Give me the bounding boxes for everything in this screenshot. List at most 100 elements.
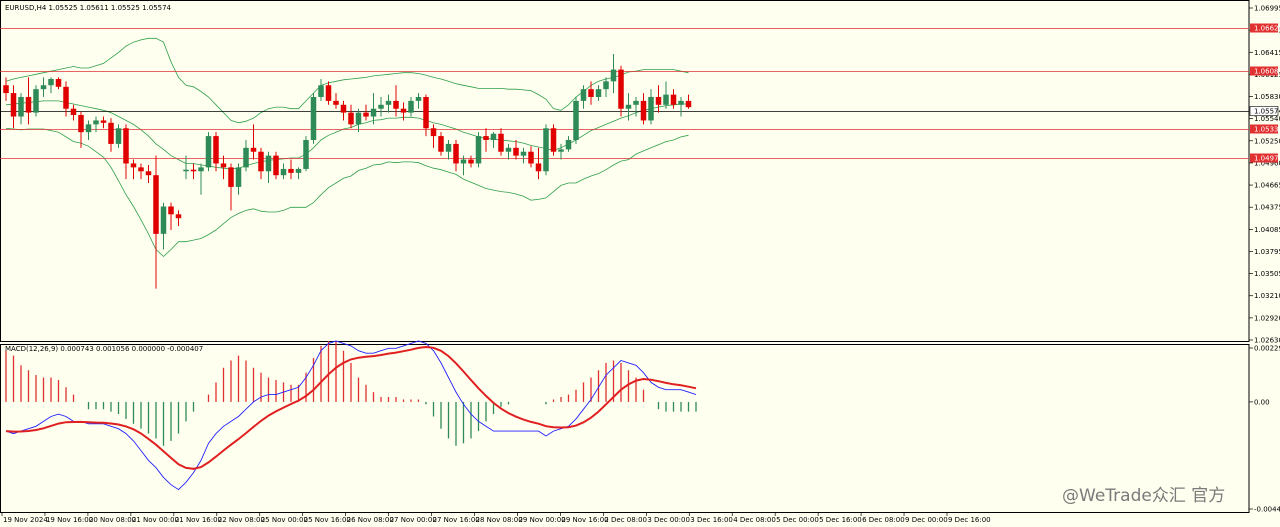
- candle-body: [213, 136, 219, 164]
- candle: [535, 147, 542, 180]
- time-tick-label: 29 Nov 16:00: [561, 516, 608, 524]
- time-tick-label: 27 Nov 00:00: [390, 516, 437, 524]
- candle: [220, 155, 227, 180]
- candle-body: [205, 136, 212, 168]
- candle: [183, 155, 189, 180]
- price-tick-label: 1.05540: [1254, 115, 1280, 123]
- candle-body: [423, 96, 429, 129]
- candle: [543, 124, 549, 176]
- candle-body: [55, 78, 62, 87]
- time-tick-label: 26 Nov 08:00: [347, 516, 394, 524]
- candle-body: [535, 163, 542, 172]
- candle: [475, 132, 482, 168]
- candle-body: [408, 100, 414, 113]
- symbol-label: EURUSD,H4 1.05525 1.05611 1.05525 1.0557…: [5, 4, 172, 12]
- candle: [385, 94, 392, 113]
- candle: [453, 139, 459, 172]
- candle-body: [100, 120, 107, 123]
- time-tick-label: 3 Dec 16:00: [690, 516, 733, 524]
- candle-body: [565, 139, 572, 150]
- candle: [190, 163, 197, 180]
- candle: [348, 104, 354, 129]
- candle: [55, 77, 62, 90]
- time-tick-label: 20 Nov 08:00: [89, 516, 136, 524]
- time-tick-label: 25 Nov 16:00: [304, 516, 351, 524]
- level-label: 1.05338: [1254, 126, 1280, 134]
- candle-body: [153, 175, 159, 234]
- time-tick-label: 2 Dec 08:00: [604, 516, 647, 524]
- chart-svg: 1.069951.067051.064151.061251.058301.055…: [0, 0, 1280, 524]
- candle-body: [138, 167, 144, 172]
- candle-body: [520, 151, 527, 156]
- candle: [340, 100, 347, 121]
- price-tick-label: 1.04665: [1254, 182, 1280, 190]
- time-tick-label: 27 Nov 16:00: [433, 516, 480, 524]
- candle: [325, 81, 332, 105]
- candle-body: [543, 128, 549, 172]
- candle-body: [190, 169, 197, 172]
- candle-body: [85, 124, 92, 133]
- time-tick-label: 29 Nov 00:00: [518, 516, 565, 524]
- candle: [528, 146, 534, 168]
- candle-body: [453, 143, 459, 164]
- candle: [138, 163, 144, 180]
- chart-window: 1.069951.067051.064151.061251.058301.055…: [0, 0, 1280, 527]
- candle: [573, 96, 579, 144]
- candle-body: [340, 104, 347, 113]
- candle: [123, 124, 129, 180]
- price-tick-label: 1.02630: [1254, 337, 1280, 345]
- candle-body: [183, 169, 189, 172]
- candle-body: [70, 108, 77, 115]
- candle: [618, 65, 624, 117]
- candle-body: [355, 112, 362, 125]
- macd-histogram: [5, 340, 697, 446]
- candle: [663, 81, 669, 109]
- candle: [468, 155, 474, 168]
- candle: [130, 159, 137, 180]
- price-tick-label: 1.06995: [1254, 5, 1280, 13]
- candle-body: [25, 96, 32, 113]
- candle-body: [123, 128, 129, 164]
- candle: [580, 85, 587, 109]
- candle: [483, 128, 489, 152]
- price-axis: 1.069951.067051.064151.061251.058301.055…: [1249, 5, 1280, 514]
- candle-body: [198, 167, 204, 172]
- candle: [588, 81, 594, 105]
- macd-tick-label: 0.00: [1254, 398, 1270, 406]
- candle-body: [288, 168, 294, 173]
- candle-body: [483, 136, 489, 140]
- price-tick-label: 1.02920: [1254, 314, 1280, 322]
- candlesticks: [3, 53, 692, 289]
- horizontal-levels: [0, 28, 1249, 159]
- macd-tick-label: -0.004437: [1254, 506, 1280, 514]
- candle-body: [18, 96, 24, 117]
- candle: [333, 93, 339, 109]
- candle-body: [258, 151, 264, 172]
- candle-body: [235, 167, 242, 187]
- candle-body: [378, 104, 384, 109]
- candle: [108, 118, 114, 152]
- time-tick-label: 28 Nov 08:00: [476, 516, 523, 524]
- candle: [295, 167, 302, 180]
- price-tick-label: 1.03505: [1254, 270, 1280, 278]
- candle-body: [10, 93, 17, 117]
- candle: [258, 147, 264, 180]
- candle: [610, 53, 617, 94]
- candle-body: [250, 147, 257, 152]
- time-tick-label: 21 Nov 16:00: [175, 516, 222, 524]
- time-tick-label: 19 Nov 16:00: [46, 516, 93, 524]
- candle-body: [655, 96, 662, 105]
- band-lower-line: [5, 127, 689, 258]
- candle: [265, 151, 272, 184]
- candle-body: [603, 81, 609, 90]
- candle: [513, 139, 519, 160]
- candle: [48, 77, 54, 94]
- candle: [355, 108, 362, 133]
- candle-body: [498, 133, 504, 152]
- candle: [363, 104, 369, 121]
- candle-body: [550, 128, 557, 152]
- candle-body: [400, 108, 407, 113]
- watermark: @WeTrade众汇 官方: [1062, 486, 1225, 506]
- candle-body: [625, 104, 632, 109]
- candle: [205, 132, 212, 172]
